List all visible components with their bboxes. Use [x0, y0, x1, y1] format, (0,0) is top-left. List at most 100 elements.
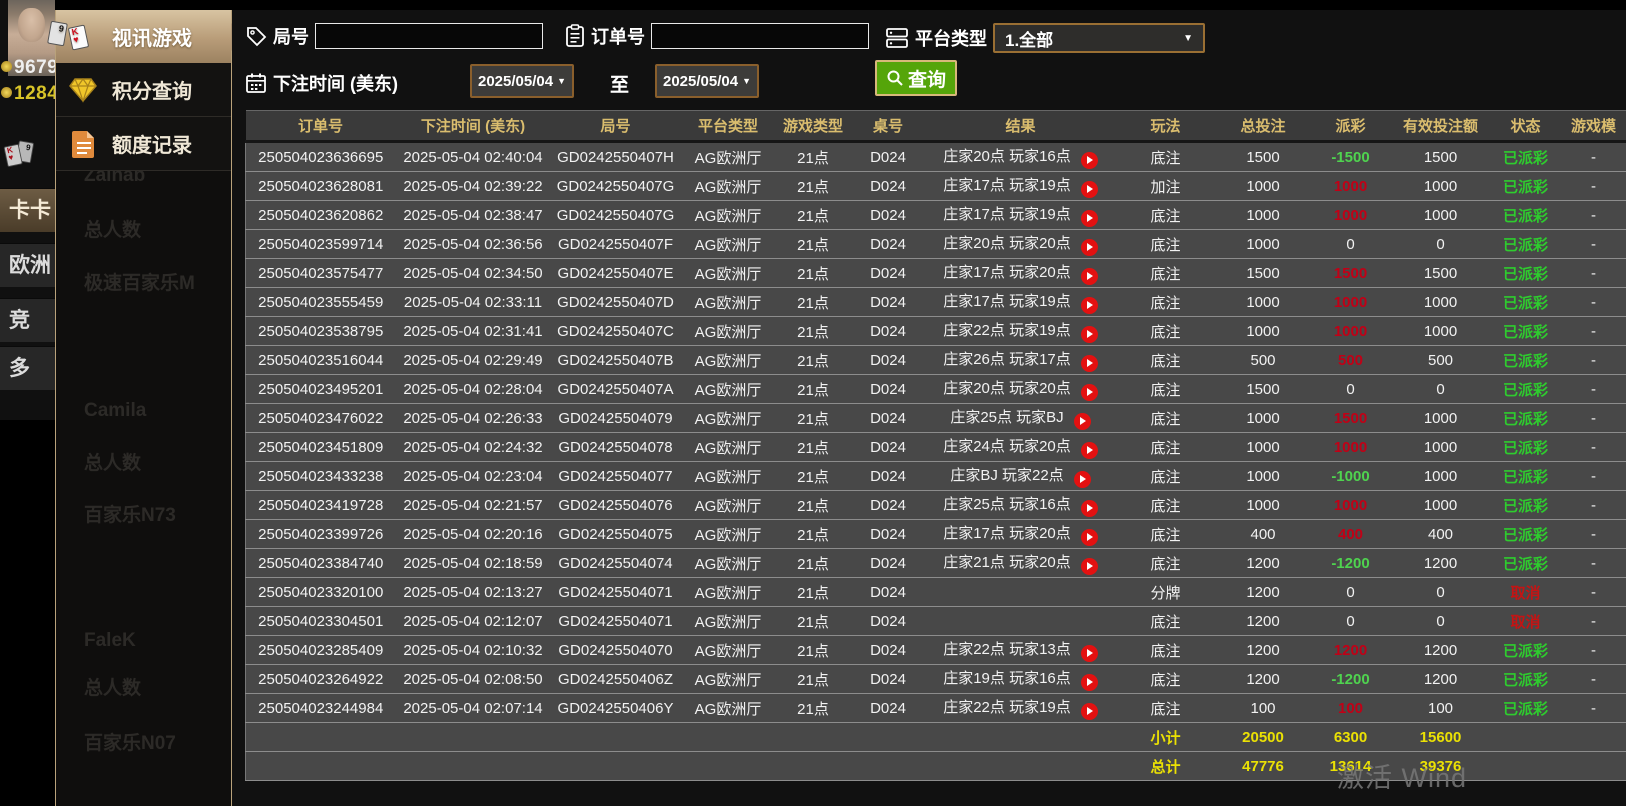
round-input[interactable]	[315, 23, 543, 49]
play-video-button[interactable]	[1080, 528, 1098, 546]
cell-play: 底注	[1150, 439, 1181, 457]
cell-play: 底注	[1150, 323, 1181, 341]
cell-valid: 1000	[1423, 409, 1458, 427]
cell-play: 底注	[1150, 613, 1181, 631]
cell-game: 21点	[797, 410, 829, 428]
play-video-button[interactable]	[1080, 354, 1098, 372]
search-button[interactable]: 查询	[875, 60, 957, 96]
balance-yellow: 1284	[1, 83, 55, 105]
play-video-button[interactable]	[1073, 412, 1091, 430]
play-video-button[interactable]	[1080, 644, 1098, 662]
platform-select[interactable]: 1.全部 ▼	[993, 23, 1205, 53]
cell-time: 2025-05-04 02:08:50	[403, 670, 543, 688]
cell-table: D024	[870, 641, 906, 659]
cell-round: GD0242550407D	[557, 293, 674, 311]
summary-empty-cell	[1491, 752, 1561, 781]
order-input[interactable]	[651, 23, 869, 49]
cell-order: 250504023599714	[258, 235, 384, 253]
cell-status: 取消	[1510, 584, 1541, 602]
cell-payout: -1200	[1331, 670, 1370, 688]
header-time: 下注时间 (美东)	[395, 110, 551, 143]
result-text: 庄家22点 玩家13点	[943, 641, 1071, 659]
cell-table: D024	[870, 322, 906, 340]
cell-order: 250504023636695	[258, 148, 384, 166]
cell-bet: 1000	[1246, 409, 1280, 427]
play-video-button[interactable]	[1080, 499, 1098, 517]
cell-table: D024	[870, 177, 906, 195]
summary-empty-cell	[396, 723, 551, 752]
play-video-button[interactable]	[1080, 383, 1098, 401]
summary-empty-cell	[926, 752, 1116, 781]
cell-table: D024	[870, 670, 906, 688]
menu-item-video-games[interactable]: 9 K ♥ 视讯游戏	[47, 10, 244, 63]
cell-status: 已派彩	[1502, 381, 1548, 399]
play-video-button[interactable]	[1080, 267, 1098, 285]
menu-item-points-query[interactable]: 积分查询	[56, 63, 231, 117]
cell-round: GD0242550407B	[557, 351, 674, 369]
platform-label: 平台类型	[915, 29, 987, 49]
cell-payout: -1500	[1331, 148, 1370, 166]
cell-platform: AG欧洲厅	[694, 410, 762, 428]
cell-order: 250504023419728	[258, 496, 384, 514]
cell-game: 21点	[797, 149, 829, 167]
background-menu-item: 欧洲	[0, 243, 55, 287]
cell-time: 2025-05-04 02:33:11	[403, 293, 543, 311]
cell-status: 已派彩	[1502, 497, 1548, 515]
cell-payout: 1000	[1333, 496, 1368, 514]
play-video-button[interactable]	[1080, 180, 1098, 198]
cell-round: GD0242550407C	[557, 322, 674, 340]
table-row: 250504023516044 2025-05-04 02:29:49 GD0242…	[245, 345, 1626, 375]
tag-icon	[247, 27, 267, 47]
cell-status: 已派彩	[1502, 671, 1548, 689]
result-text: 庄家25点 玩家16点	[943, 496, 1071, 514]
cell-game: 21点	[797, 584, 829, 602]
cell-bet: 100	[1250, 699, 1276, 717]
cell-mode: -	[1591, 148, 1596, 166]
cell-bet: 1000	[1246, 322, 1280, 340]
result-text: 庄家20点 玩家20点	[943, 380, 1071, 398]
ghost-label: FaleK	[84, 630, 136, 651]
play-video-button[interactable]	[1080, 209, 1098, 227]
cell-round: GD02425504071	[558, 612, 673, 630]
cell-mode: -	[1591, 554, 1596, 572]
cell-mode: -	[1591, 322, 1596, 340]
cell-order: 250504023476022	[258, 409, 384, 427]
play-video-button[interactable]	[1073, 470, 1091, 488]
cell-table: D024	[870, 148, 906, 166]
result-text: 庄家BJ 玩家22点	[950, 467, 1064, 485]
date-to-select[interactable]: 2025/05/04 ▼	[655, 64, 759, 98]
play-video-button[interactable]	[1080, 557, 1098, 575]
cell-round: GD02425504077	[558, 467, 673, 485]
summary-empty-cell	[1561, 752, 1626, 781]
cell-result: 庄家26点 玩家17点	[926, 346, 1116, 375]
cell-order: 250504023451809	[258, 438, 384, 456]
cell-result: 庄家22点 玩家19点	[926, 317, 1116, 346]
cell-status: 已派彩	[1502, 294, 1548, 312]
play-video-button[interactable]	[1080, 151, 1098, 169]
play-video-button[interactable]	[1080, 325, 1098, 343]
play-video-button[interactable]	[1080, 296, 1098, 314]
menu-item-quota-records[interactable]: 额度记录	[56, 117, 231, 171]
header-round: 局号	[550, 110, 681, 143]
cell-table: D024	[870, 525, 906, 543]
play-video-button[interactable]	[1080, 673, 1098, 691]
cell-status: 已派彩	[1502, 468, 1548, 486]
cell-mode: -	[1591, 612, 1596, 630]
play-video-button[interactable]	[1080, 238, 1098, 256]
play-video-button[interactable]	[1080, 441, 1098, 459]
cell-status: 已派彩	[1502, 526, 1548, 544]
cell-status: 已派彩	[1502, 555, 1548, 573]
cell-bet: 1200	[1246, 670, 1280, 688]
cell-platform: AG欧洲厅	[694, 207, 762, 225]
cell-result: 庄家17点 玩家20点	[926, 520, 1116, 549]
cell-round: GD02425504071	[558, 583, 673, 601]
cell-valid: 1000	[1423, 438, 1458, 456]
header-status: 状态	[1490, 110, 1561, 143]
table-row: 250504023636695 2025-05-04 02:40:04 GD0242…	[245, 141, 1626, 172]
summary-empty-cell	[1561, 723, 1626, 752]
cell-payout: 0	[1346, 583, 1355, 601]
play-video-button[interactable]	[1080, 702, 1098, 720]
date-from-select[interactable]: 2025/05/04 ▼	[470, 64, 574, 98]
cell-payout: 1000	[1333, 206, 1368, 224]
cell-mode: -	[1591, 438, 1596, 456]
